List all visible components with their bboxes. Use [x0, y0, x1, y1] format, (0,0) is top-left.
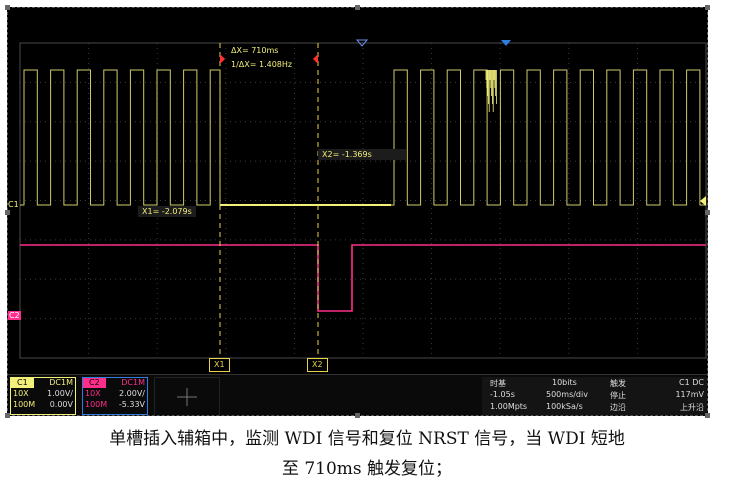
- cursor-x1-readout: X1= -2.079s: [138, 206, 196, 217]
- ch2-settings-panel[interactable]: C2 DC1M 10X 2.00V/ 100M -5.33V: [82, 377, 148, 415]
- acquisition-state: 停止: [610, 391, 626, 400]
- inverse-delta-x-readout: 1/ΔX= 1.408Hz: [231, 60, 293, 69]
- cursor-x2-readout: X2= -1.369s: [318, 149, 406, 160]
- graticule: [19, 42, 707, 359]
- cursor-x2-arrow-icon: [313, 54, 318, 64]
- cursor-x1-tag[interactable]: X1: [209, 358, 230, 372]
- status-bar: C1 DC1M 10X 1.00V/ 100M 0.00V C2 DC1M 10…: [8, 374, 707, 415]
- trigger-label: 触发: [610, 379, 626, 388]
- ch2-ground-marker[interactable]: C2: [8, 311, 21, 320]
- waveform-area[interactable]: [8, 8, 708, 374]
- figure-caption: 单槽插入辅箱中，监测 WDI 信号和复位 NRST 信号，当 WDI 短地 至 …: [0, 424, 734, 484]
- resize-handle-top-left[interactable]: [5, 5, 10, 10]
- timebase-trigger-panel[interactable]: 时基 10bits 触发 C1 DC -1.05s 500ms/div 停止 1…: [482, 377, 707, 415]
- caption-line-2: 至 710ms 触发复位；: [281, 459, 453, 479]
- resize-handle-top-middle[interactable]: [355, 5, 360, 10]
- timebase-label: 时基: [490, 379, 506, 388]
- ch2-name: C2: [83, 378, 106, 388]
- resize-handle-top-right[interactable]: [705, 5, 710, 10]
- ch1-settings-panel[interactable]: C1 DC1M 10X 1.00V/ 100M 0.00V: [10, 377, 76, 415]
- cursor-x1-arrow-icon: [220, 54, 225, 64]
- trigger-slope: 上升沿: [680, 403, 704, 412]
- sample-rate: 100kSa/s: [546, 402, 583, 411]
- cursor-x2-tag[interactable]: X2: [307, 358, 328, 372]
- ch1-probe: 10X: [13, 389, 29, 398]
- plus-icon: [177, 388, 197, 406]
- trigger-source: C1 DC: [679, 378, 704, 387]
- ch2-probe: 10X: [85, 389, 101, 398]
- time-scale: 500ms/div: [546, 390, 588, 399]
- add-channel-button[interactable]: [154, 377, 220, 415]
- ch2-coupling: DC1M: [121, 378, 145, 387]
- memory-depth: 1.00Mpts: [490, 402, 528, 411]
- resize-handle-bottom-middle[interactable]: [355, 413, 360, 418]
- ch1-waveform: [20, 69, 706, 206]
- resize-handle-middle-left[interactable]: [5, 210, 10, 215]
- ch1-ground-marker[interactable]: C1: [8, 200, 19, 209]
- delta-x-readout: ΔX= 710ms: [231, 46, 279, 55]
- resize-handle-middle-right[interactable]: [705, 210, 710, 215]
- ch1-trace: [20, 69, 706, 206]
- ch2-scale: 2.00V/: [119, 389, 145, 398]
- ch2-impedance: 100M: [85, 400, 108, 409]
- resize-handle-bottom-right[interactable]: [705, 413, 710, 418]
- ch1-offset: 0.00V: [49, 400, 73, 409]
- ch2-offset: -5.33V: [118, 400, 145, 409]
- oscilloscope-screen: ΔX= 710ms 1/ΔX= 1.408Hz X1= -2.079s X2= …: [7, 7, 708, 416]
- horizontal-delay: -1.05s: [490, 390, 515, 399]
- resize-handle-bottom-left[interactable]: [5, 413, 10, 418]
- caption-line-1: 单槽插入辅箱中，监测 WDI 信号和复位 NRST 信号，当 WDI 短地: [109, 429, 625, 449]
- ch1-name: C1: [11, 378, 34, 388]
- ch1-impedance: 100M: [13, 400, 36, 409]
- ch1-scale: 1.00V/: [47, 389, 73, 398]
- adc-bits: 10bits: [552, 378, 577, 387]
- trigger-type: 边沿: [610, 403, 626, 412]
- ch1-coupling: DC1M: [49, 378, 73, 387]
- grid-border: [19, 42, 707, 359]
- trigger-level: 117mV: [675, 390, 704, 399]
